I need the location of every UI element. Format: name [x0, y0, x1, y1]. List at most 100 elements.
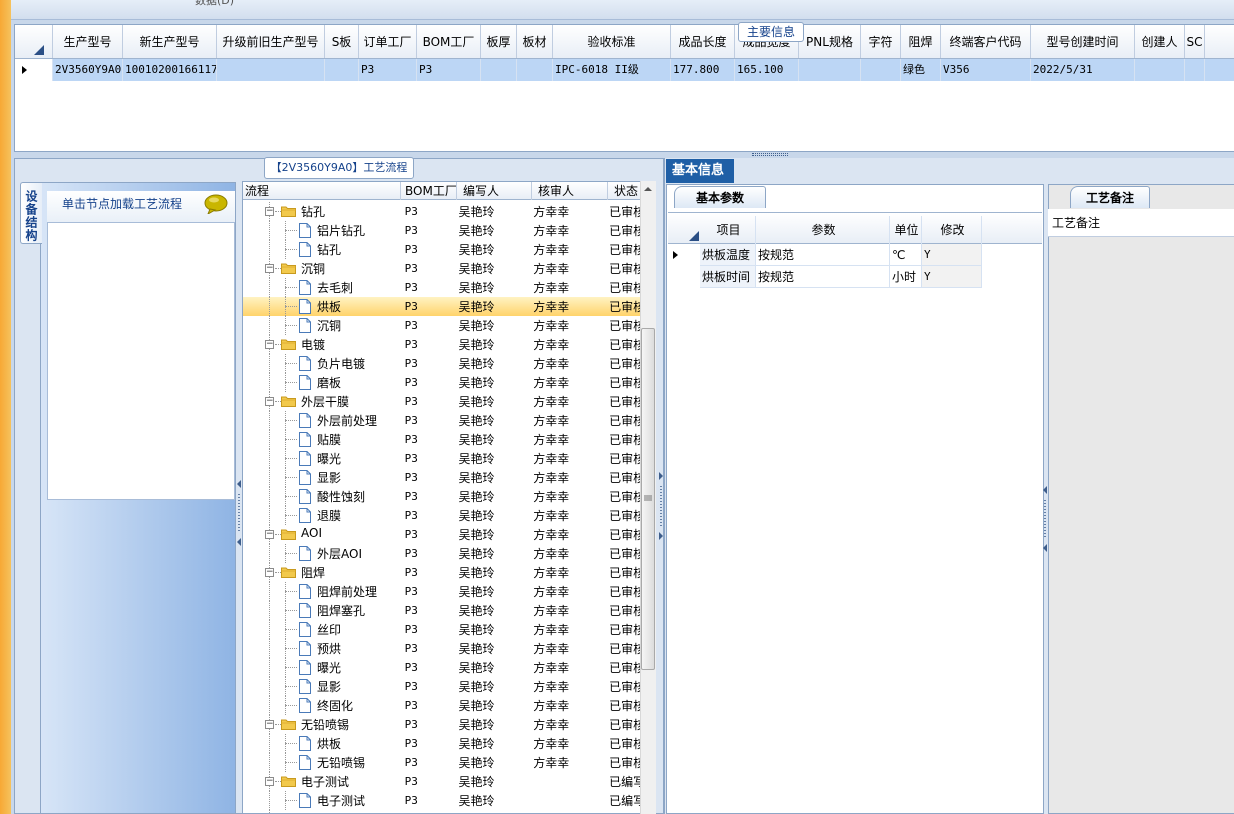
tree-node-name-cell[interactable]: 丝印	[243, 620, 401, 639]
tree-expander-icon[interactable]: −	[265, 397, 274, 406]
tree-leaf-node[interactable]: 烘板 P3 吴艳玲 方幸幸 已审核	[243, 734, 643, 753]
tree-node-name-cell[interactable]: −外形	[243, 810, 401, 813]
params-cell-item[interactable]: 烘板温度	[700, 244, 756, 266]
tree-node-name-cell[interactable]: 钻孔	[243, 240, 401, 259]
table-cell[interactable]: V356	[941, 59, 1031, 81]
tree-node-name-cell[interactable]: − 无铅喷锡	[243, 715, 401, 734]
tree-node-name-cell[interactable]: 外层AOI	[243, 544, 401, 563]
tree-node-name-cell[interactable]: 磨板	[243, 373, 401, 392]
tree-node-name-cell[interactable]: 阻焊前处理	[243, 582, 401, 601]
params-cell-unit[interactable]: ℃	[890, 244, 922, 266]
tree-group-node[interactable]: − 钻孔 P3 吴艳玲 方幸幸 已审核	[243, 202, 643, 221]
collapse-remark-icon[interactable]	[1042, 484, 1048, 554]
column-header[interactable]: 验收标准	[553, 25, 671, 58]
tree-group-node[interactable]: − 沉铜 P3 吴艳玲 方幸幸 已审核	[243, 259, 643, 278]
tab-process-remark[interactable]: 工艺备注	[1070, 186, 1150, 208]
table-cell[interactable]	[1185, 59, 1205, 81]
tree-group-node[interactable]: −外形P3吴艳玲已编写	[243, 810, 643, 813]
tree-expander-icon[interactable]: −	[265, 207, 274, 216]
table-cell[interactable]	[799, 59, 861, 81]
tree-node-name-cell[interactable]: − AOI	[243, 525, 401, 544]
tree-expander-icon[interactable]: −	[265, 568, 274, 577]
params-header-modify[interactable]: 修改	[922, 216, 982, 244]
scroll-up-arrow-icon[interactable]	[643, 184, 653, 194]
table-cell[interactable]: 2V3560Y9A0	[53, 59, 123, 81]
tree-leaf-node[interactable]: 酸性蚀刻 P3 吴艳玲 方幸幸 已审核	[243, 487, 643, 506]
column-header[interactable]: 型号创建时间	[1031, 25, 1135, 58]
tree-node-name-cell[interactable]: 负片电镀	[243, 354, 401, 373]
tree-leaf-node[interactable]: 无铅喷锡 P3 吴艳玲 方幸幸 已审核	[243, 753, 643, 772]
tree-expander-icon[interactable]: −	[265, 264, 274, 273]
tree-leaf-node[interactable]: 磨板 P3 吴艳玲 方幸幸 已审核	[243, 373, 643, 392]
column-header[interactable]: BOM工厂	[417, 25, 481, 58]
tree-node-name-cell[interactable]: 烘板	[243, 734, 401, 753]
tree-leaf-node[interactable]: 终固化 P3 吴艳玲 方幸幸 已审核	[243, 696, 643, 715]
tree-node-name-cell[interactable]: 终固化	[243, 696, 401, 715]
tree-expander-icon[interactable]: −	[265, 777, 274, 786]
splitter-grip-icon[interactable]	[752, 153, 788, 156]
tree-group-node[interactable]: − 阻焊 P3 吴艳玲 方幸幸 已审核	[243, 563, 643, 582]
params-header-item[interactable]: 项目	[700, 216, 756, 244]
tree-node-name-cell[interactable]: 酸性蚀刻	[243, 487, 401, 506]
tree-group-node[interactable]: − AOI P3 吴艳玲 方幸幸 已审核	[243, 525, 643, 544]
column-header[interactable]: 字符	[861, 25, 901, 58]
table-cell[interactable]: 165.100	[735, 59, 799, 81]
tab-basic-info[interactable]: 基本信息	[666, 159, 734, 183]
tree-leaf-node[interactable]: 电子测试 P3 吴艳玲 已编写	[243, 791, 643, 810]
tree-leaf-node[interactable]: 烘板 P3 吴艳玲 方幸幸 已审核	[243, 297, 643, 316]
tree-node-name-cell[interactable]: − 电镀	[243, 335, 401, 354]
tree-leaf-node[interactable]: 外层AOI P3 吴艳玲 方幸幸 已审核	[243, 544, 643, 563]
params-cell-param[interactable]: 按规范	[756, 244, 890, 266]
column-header[interactable]: S板	[325, 25, 359, 58]
tree-node-name-cell[interactable]: − 钻孔	[243, 202, 401, 221]
column-header[interactable]: PNL规格	[799, 25, 861, 58]
tree-leaf-node[interactable]: 沉铜 P3 吴艳玲 方幸幸 已审核	[243, 316, 643, 335]
tree-leaf-node[interactable]: 贴膜 P3 吴艳玲 方幸幸 已审核	[243, 430, 643, 449]
tree-header-process[interactable]: 流程	[243, 182, 401, 200]
table-row[interactable]: 烘板时间 按规范 小时 Y	[668, 266, 1042, 288]
tree-leaf-node[interactable]: 外层前处理 P3 吴艳玲 方幸幸 已审核	[243, 411, 643, 430]
process-tree-list[interactable]: 流程 BOM工厂 编写人 核审人 状态 − 钻孔 P3 吴艳玲 方幸幸 已审核 铝片钻孔 P3…	[242, 181, 656, 814]
column-header[interactable]: 阻焊	[901, 25, 941, 58]
tree-node-name-cell[interactable]: 曝光	[243, 658, 401, 677]
tree-leaf-node[interactable]: 显影 P3 吴艳玲 方幸幸 已审核	[243, 677, 643, 696]
tree-leaf-node[interactable]: 预烘 P3 吴艳玲 方幸幸 已审核	[243, 639, 643, 658]
tree-leaf-node[interactable]: 退膜 P3 吴艳玲 方幸幸 已审核	[243, 506, 643, 525]
params-cell-item[interactable]: 烘板时间	[700, 266, 756, 288]
column-header[interactable]: 生产型号	[53, 25, 123, 58]
tree-node-name-cell[interactable]: 退膜	[243, 506, 401, 525]
tree-node-name-cell[interactable]: 铝片钻孔	[243, 221, 401, 240]
tree-node-name-cell[interactable]: 外层前处理	[243, 411, 401, 430]
tree-node-name-cell[interactable]: 无铅喷锡	[243, 753, 401, 772]
table-cell[interactable]	[861, 59, 901, 81]
tree-header-bom[interactable]: BOM工厂	[401, 182, 457, 200]
menu-item-data[interactable]: 数据(D)	[195, 0, 234, 8]
tree-node-name-cell[interactable]: 沉铜	[243, 316, 401, 335]
tree-leaf-node[interactable]: 丝印 P3 吴艳玲 方幸幸 已审核	[243, 620, 643, 639]
table-cell[interactable]	[325, 59, 359, 81]
tree-leaf-node[interactable]: 负片电镀 P3 吴艳玲 方幸幸 已审核	[243, 354, 643, 373]
tree-group-node[interactable]: − 外层干膜 P3 吴艳玲 方幸幸 已审核	[243, 392, 643, 411]
table-cell[interactable]: 绿色	[901, 59, 941, 81]
table-cell[interactable]: P3	[359, 59, 417, 81]
column-header[interactable]: 创建人	[1135, 25, 1185, 58]
tree-leaf-node[interactable]: 曝光 P3 吴艳玲 方幸幸 已审核	[243, 449, 643, 468]
tree-header-reviewer[interactable]: 核审人	[532, 182, 608, 200]
table-cell[interactable]: IPC-6018 II级	[553, 59, 671, 81]
column-header[interactable]: 板材	[517, 25, 553, 58]
column-header[interactable]: 升级前旧生产型号	[217, 25, 325, 58]
column-header[interactable]: 新生产型号	[123, 25, 217, 58]
tree-expander-icon[interactable]: −	[265, 530, 274, 539]
params-cell-modify[interactable]: Y	[922, 244, 982, 266]
tree-group-node[interactable]: − 电镀 P3 吴艳玲 方幸幸 已审核	[243, 335, 643, 354]
column-header[interactable]: 终端客户代码	[941, 25, 1031, 58]
tree-node-name-cell[interactable]: − 外层干膜	[243, 392, 401, 411]
column-header[interactable]: 板厚	[481, 25, 517, 58]
tree-expander-icon[interactable]: −	[265, 720, 274, 729]
params-header-param[interactable]: 参数	[756, 216, 890, 244]
tree-leaf-node[interactable]: 阻焊塞孔 P3 吴艳玲 方幸幸 已审核	[243, 601, 643, 620]
column-header[interactable]: 订单工厂	[359, 25, 417, 58]
tree-node-name-cell[interactable]: 烘板	[243, 297, 401, 316]
tree-leaf-node[interactable]: 阻焊前处理 P3 吴艳玲 方幸幸 已审核	[243, 582, 643, 601]
tree-node-name-cell[interactable]: 阻焊塞孔	[243, 601, 401, 620]
